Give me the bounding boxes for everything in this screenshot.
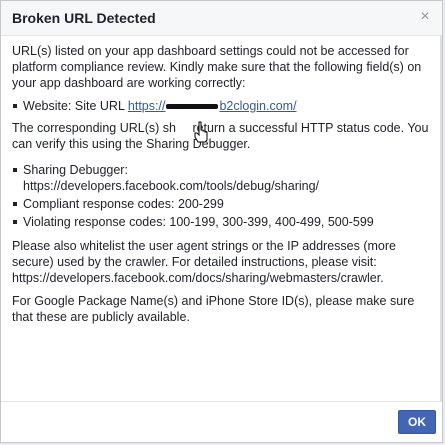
site-url-prefix: https:// [127, 99, 166, 113]
field-list: Website: Site URL https:// b2clogin.com/ [12, 98, 432, 114]
field-label: Website: Site URL [23, 99, 128, 113]
violating-codes: Violating response codes: 100-199, 300-3… [23, 215, 374, 229]
intro-text: URL(s) listed on your app dashboard sett… [12, 44, 422, 90]
scrollbar[interactable] [440, 35, 442, 403]
whitelist-text: Please also whitelist the user agent str… [12, 238, 432, 286]
site-url-link[interactable]: https:// b2clogin.com/ [128, 99, 297, 113]
list-item: Sharing Debugger: https://developers.fac… [12, 162, 432, 194]
list-item: Website: Site URL https:// b2clogin.com/ [12, 98, 432, 114]
whitelist-instructions: Please also whitelist the user agent str… [12, 239, 396, 269]
sharing-debugger-label: Sharing Debugger: [23, 163, 128, 177]
dialog-header: Broken URL Detected × [1, 1, 442, 36]
dialog-title: Broken URL Detected [12, 10, 156, 26]
list-item: Violating response codes: 100-199, 300-3… [12, 214, 432, 230]
redacted-text [166, 104, 219, 110]
dialog-footer: OK [1, 401, 442, 442]
package-text: For Google Package Name(s) and iPhone St… [12, 294, 415, 324]
http-status-text: The corresponding URL(s) sh return a suc… [12, 120, 432, 152]
broken-url-dialog: Broken URL Detected × URL(s) listed on y… [0, 0, 443, 443]
ok-button[interactable]: OK [398, 410, 436, 434]
debugger-list: Sharing Debugger: https://developers.fac… [12, 162, 432, 230]
close-icon[interactable]: × [416, 8, 434, 26]
site-url-suffix: b2clogin.com/ [219, 99, 297, 113]
http-status-text-start: The corresponding URL(s) sh [12, 121, 176, 135]
hand-cursor-icon [194, 121, 208, 143]
list-item: Compliant response codes: 200-299 [12, 196, 432, 212]
dialog-body: URL(s) listed on your app dashboard sett… [12, 43, 432, 332]
sharing-debugger-url[interactable]: https://developers.facebook.com/tools/de… [23, 179, 319, 193]
compliant-codes: Compliant response codes: 200-299 [23, 197, 224, 211]
webmasters-crawler-url[interactable]: https://developers.facebook.com/docs/sha… [12, 271, 384, 285]
